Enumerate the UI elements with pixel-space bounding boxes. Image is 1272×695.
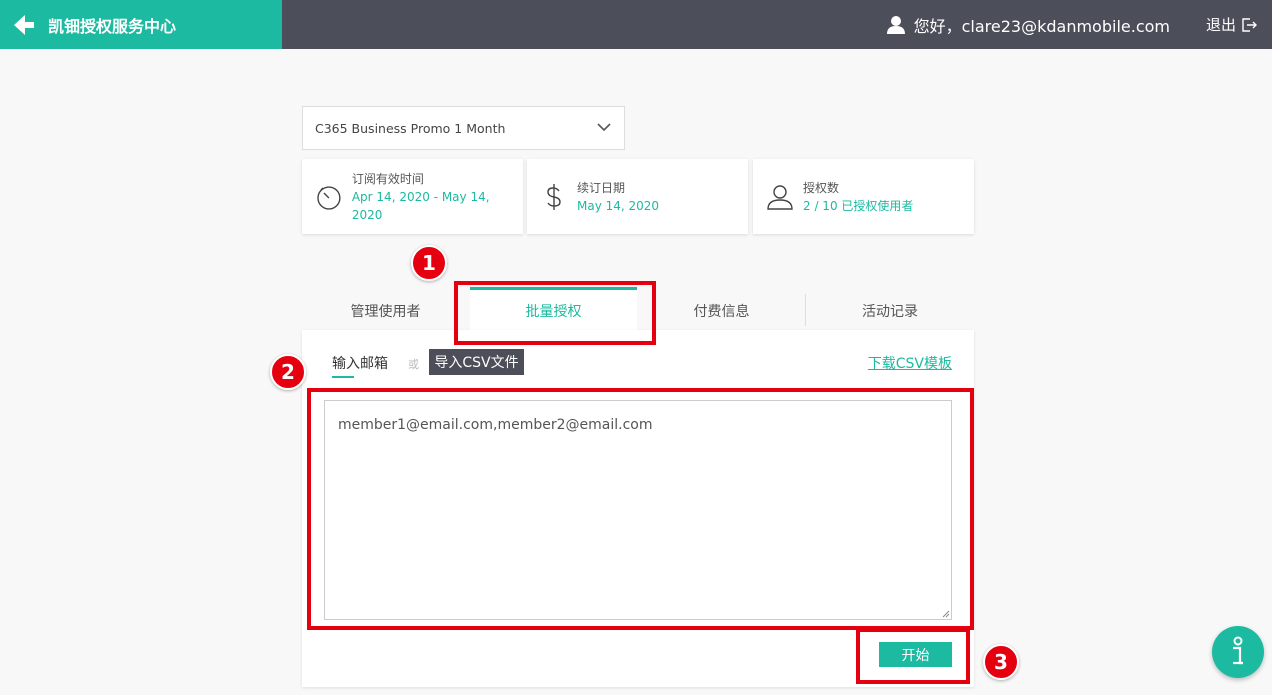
tab-label: 付费信息 <box>693 304 750 320</box>
subscription-period-card: 订阅有效时间 Apr 14, 2020 - May 14, 2020 <box>302 159 523 234</box>
brand[interactable]: 凯钿授权服务中心 <box>0 0 282 49</box>
subtab-active-indicator <box>332 376 354 378</box>
renewal-date-card: 续订日期 May 14, 2020 <box>527 159 748 234</box>
brand-title: 凯钿授权服务中心 <box>48 16 177 36</box>
annotation-badge-2: 2 <box>270 354 306 390</box>
user-info: 您好，clare23@kdanmobile.com <box>886 0 1170 49</box>
license-count-card: 授权数 2 / 10 已授权使用者 <box>753 159 974 234</box>
top-header: 凯钿授权服务中心 您好，clare23@kdanmobile.com 退出 <box>0 0 1272 49</box>
help-chat-button[interactable] <box>1212 626 1264 678</box>
or-separator: 或 <box>408 358 419 371</box>
card-label: 订阅有效时间 <box>351 171 424 186</box>
download-csv-template-link[interactable]: 下载CSV模板 <box>868 353 952 373</box>
info-icon <box>1233 636 1243 665</box>
clock-icon <box>317 185 341 210</box>
chevron-down-icon <box>597 123 611 132</box>
user-greeting: 您好，clare23@kdanmobile.com <box>913 16 1170 36</box>
logout-icon <box>1242 17 1257 32</box>
logout-button[interactable]: 退出 <box>1206 0 1258 49</box>
tab-label: 活动记录 <box>862 304 918 320</box>
annotation-box-2 <box>307 388 974 630</box>
kdan-logo-icon <box>14 14 34 35</box>
card-value: May 14, 2020 <box>577 198 660 213</box>
card-label: 续订日期 <box>577 180 626 195</box>
card-value: 2 / 10 已授权使用者 <box>803 198 914 213</box>
annotation-badge-3: 3 <box>983 644 1019 680</box>
import-csv-button[interactable]: 导入CSV文件 <box>429 349 524 375</box>
subtab-enter-email[interactable]: 输入邮箱 <box>332 353 388 373</box>
tab-manage-users[interactable]: 管理使用者 <box>302 292 469 330</box>
annotation-badge-1: 1 <box>411 245 447 281</box>
tab-activity-log[interactable]: 活动记录 <box>806 292 974 330</box>
card-label: 授权数 <box>803 180 840 195</box>
logout-label: 退出 <box>1205 16 1236 34</box>
tab-label: 管理使用者 <box>350 304 421 320</box>
user-icon <box>767 184 793 210</box>
plan-select-value: C365 Business Promo 1 Month <box>315 120 506 136</box>
annotation-box-1 <box>454 281 656 345</box>
tab-billing[interactable]: 付费信息 <box>638 292 805 330</box>
user-icon <box>886 15 905 34</box>
plan-select[interactable]: C365 Business Promo 1 Month <box>302 106 625 150</box>
annotation-box-3 <box>856 628 970 684</box>
dollar-icon <box>547 183 561 210</box>
card-value: Apr 14, 2020 - May 14, 2020 <box>351 189 490 222</box>
